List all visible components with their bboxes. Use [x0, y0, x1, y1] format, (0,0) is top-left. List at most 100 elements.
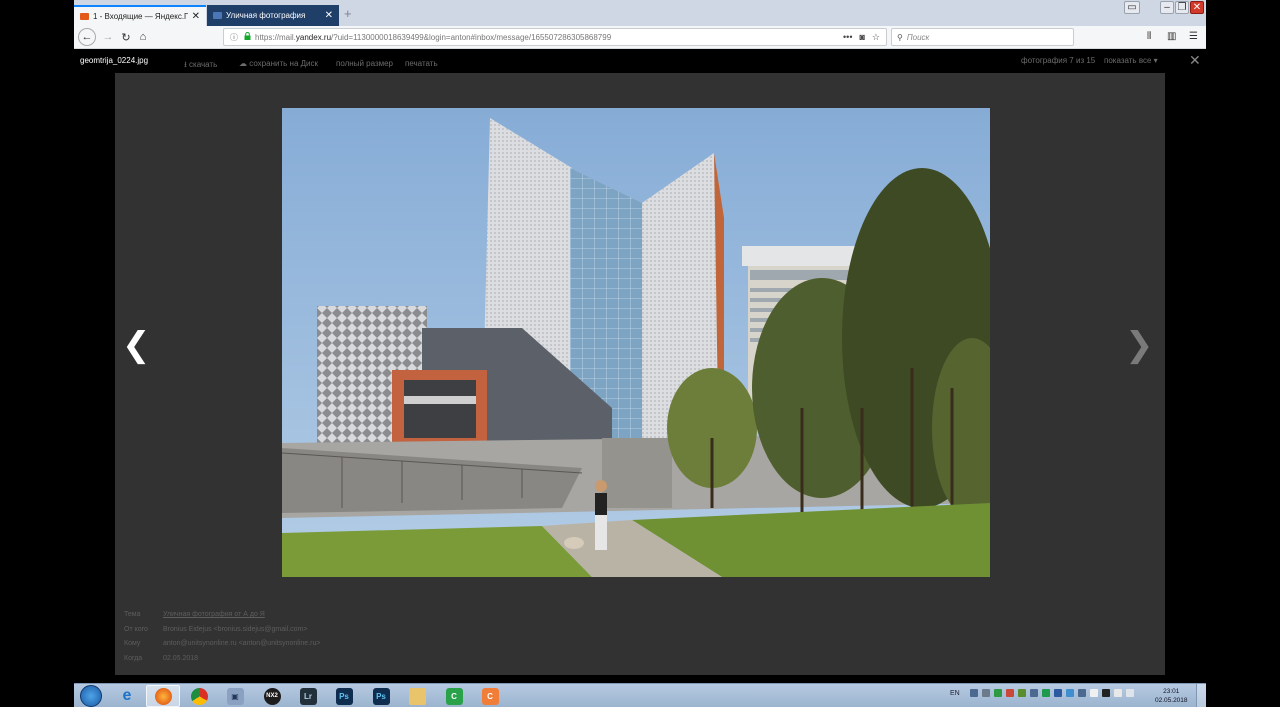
tray-app-icon[interactable]: [1017, 689, 1026, 697]
pocket-icon[interactable]: ◙: [859, 32, 864, 43]
search-field[interactable]: ⚲ Поиск: [891, 28, 1074, 46]
tray-app-icon[interactable]: [1041, 689, 1050, 697]
camtasia-icon: C: [445, 687, 463, 705]
tray-app-icon[interactable]: [993, 689, 1002, 697]
taskbar-app-chrome[interactable]: [182, 685, 216, 707]
tray-app-icon[interactable]: [1065, 689, 1074, 697]
taskbar-app-firefox[interactable]: [146, 685, 180, 707]
clock-date: 02.05.2018: [1155, 697, 1188, 704]
window-minimize-icon[interactable]: –: [1160, 1, 1174, 14]
system-tray: EN: [950, 689, 1134, 697]
hamburger-menu-icon[interactable]: ☰: [1189, 31, 1198, 42]
url-text: https://mail.yandex.ru/?uid=113000001863…: [255, 32, 612, 42]
save-to-disk-label: сохранить на Диск: [249, 59, 318, 68]
taskbar-app-lightroom[interactable]: Lr: [291, 685, 325, 707]
volume-icon[interactable]: [1125, 689, 1134, 697]
meta-value: 02.05.2018: [163, 654, 199, 662]
back-arrow-icon[interactable]: ←: [78, 28, 96, 46]
tray-app-icon[interactable]: [1005, 689, 1014, 697]
tray-app-icon[interactable]: [1077, 689, 1086, 697]
meta-key: Когда: [124, 654, 143, 662]
meta-row-date: Когда 02.05.2018: [124, 652, 320, 667]
language-indicator[interactable]: EN: [950, 690, 960, 697]
taskbar-app-nx2[interactable]: NX2: [255, 685, 289, 707]
taskbar-app-camtasia[interactable]: C: [437, 685, 471, 707]
save-to-disk-button[interactable]: ☁ сохранить на Диск: [239, 59, 318, 68]
lightroom-icon: Lr: [299, 687, 317, 705]
message-meta: Тема Уличная фотография от А до Я От ког…: [124, 608, 320, 666]
folder-icon: [408, 687, 426, 705]
window-restore-icon[interactable]: ❐: [1175, 1, 1189, 14]
cloud-icon: ☁: [239, 59, 250, 68]
info-icon[interactable]: ⓘ: [228, 32, 240, 43]
previous-photo-chevron-icon[interactable]: ❮: [122, 325, 151, 365]
taskbar-app-tool[interactable]: ▣: [218, 685, 252, 707]
subject-link[interactable]: Уличная фотография от А до Я: [163, 608, 265, 623]
library-icon[interactable]: ⫴: [1147, 31, 1151, 42]
print-button[interactable]: печатать: [405, 59, 438, 68]
full-size-button[interactable]: полный размер: [336, 59, 393, 68]
taskbar-app-camtasia-recorder[interactable]: C: [473, 685, 507, 707]
taskbar-app-photoshop-1[interactable]: Ps: [327, 685, 361, 707]
navigation-toolbar: ← → ↻ ⌂ ⓘ https://mail.yandex.ru/?uid=11…: [74, 26, 1206, 49]
page-actions-icon[interactable]: •••: [843, 32, 852, 43]
home-icon[interactable]: ⌂: [135, 29, 151, 45]
tab-yandex-mail[interactable]: 1 - Входящие — Яндекс.Почта ✕: [74, 5, 206, 26]
next-photo-chevron-icon[interactable]: ❯: [1125, 325, 1154, 365]
tray-app-icon[interactable]: [1029, 689, 1038, 697]
search-placeholder: Поиск: [906, 32, 930, 42]
flag-icon[interactable]: [1089, 689, 1098, 697]
start-orb-icon[interactable]: [80, 685, 102, 707]
clock[interactable]: 23:01 02.05.2018: [1155, 687, 1188, 705]
new-tab-plus-icon[interactable]: +: [344, 6, 352, 21]
network-icon[interactable]: [1101, 689, 1110, 697]
nx2-icon: NX2: [263, 687, 281, 705]
camtasia-recorder-icon: C: [481, 687, 499, 705]
photoshop-icon: Ps: [372, 687, 390, 705]
file-name: geomtrija_0224.jpg: [80, 56, 149, 65]
tray-app-icon[interactable]: [981, 689, 990, 697]
meta-row-from: От кого Bronius Eidejus <bronius.sidejus…: [124, 623, 320, 638]
internet-explorer-icon: e: [122, 687, 132, 704]
show-all-dropdown[interactable]: показать все ▾: [1104, 56, 1158, 65]
meta-row-subject: Тема Уличная фотография от А до Я: [124, 608, 320, 623]
taskbar-app-photoshop-2[interactable]: Ps: [364, 685, 398, 707]
meta-key: Тема: [124, 611, 141, 618]
window-close-icon[interactable]: ✕: [1190, 1, 1204, 14]
clock-time: 23:01: [1163, 688, 1180, 695]
show-desktop-button[interactable]: [1196, 684, 1206, 707]
taskbar-app-ie[interactable]: e: [110, 685, 144, 707]
tray-app-icon[interactable]: [1053, 689, 1062, 697]
download-label: скачать: [189, 60, 218, 69]
sidebar-icon[interactable]: ▥: [1167, 31, 1176, 42]
vk-favicon-icon: [213, 12, 222, 19]
forward-arrow-icon[interactable]: →: [100, 29, 116, 45]
photo-counter: фотография 7 из 15: [1021, 56, 1096, 65]
close-viewer-icon[interactable]: ✕: [1189, 52, 1201, 69]
taskbar-app-explorer[interactable]: [400, 685, 434, 707]
tab-close-icon[interactable]: ✕: [325, 10, 333, 21]
chrome-icon: [190, 687, 208, 705]
meta-value: Bronius Eidejus <bronius.sidejus@gmail.c…: [163, 625, 308, 633]
viewer-toolbar: geomtrija_0224.jpg ⭳ скачать ☁ сохранить…: [74, 49, 1206, 73]
address-bar[interactable]: ⓘ https://mail.yandex.ru/?uid=1130000018…: [223, 28, 887, 46]
photoshop-icon: Ps: [335, 687, 353, 705]
bookmark-star-icon[interactable]: ☆: [872, 32, 880, 43]
tab-close-icon[interactable]: ✕: [192, 11, 200, 22]
reload-icon[interactable]: ↻: [118, 29, 134, 45]
meta-key: Кому: [124, 640, 141, 647]
tray-app-icon[interactable]: [969, 689, 978, 697]
tab-label: 1 - Входящие — Яндекс.Почта: [93, 12, 188, 21]
window-tray-icon[interactable]: ▭: [1124, 1, 1140, 14]
firefox-icon: [154, 687, 172, 705]
battery-icon[interactable]: [1113, 689, 1122, 697]
download-button[interactable]: ⭳ скачать: [184, 59, 217, 73]
photo-stage: ❮ ❯ Тема Уличная фотография от А до Я От…: [115, 73, 1165, 675]
tab-street-photo[interactable]: Уличная фотография ✕: [207, 5, 339, 26]
windows-taskbar: e ▣ NX2 Lr Ps Ps C C EN 23:01 02.05.2018: [74, 683, 1206, 707]
photo-image: [282, 108, 990, 577]
meta-value: anton@unitsynonline.ru <anton@unitsynonl…: [163, 640, 321, 647]
meta-row-to: Кому anton@unitsynonline.ru <anton@units…: [124, 637, 320, 652]
tool-icon: ▣: [226, 687, 244, 705]
meta-key: От кого: [124, 625, 148, 633]
